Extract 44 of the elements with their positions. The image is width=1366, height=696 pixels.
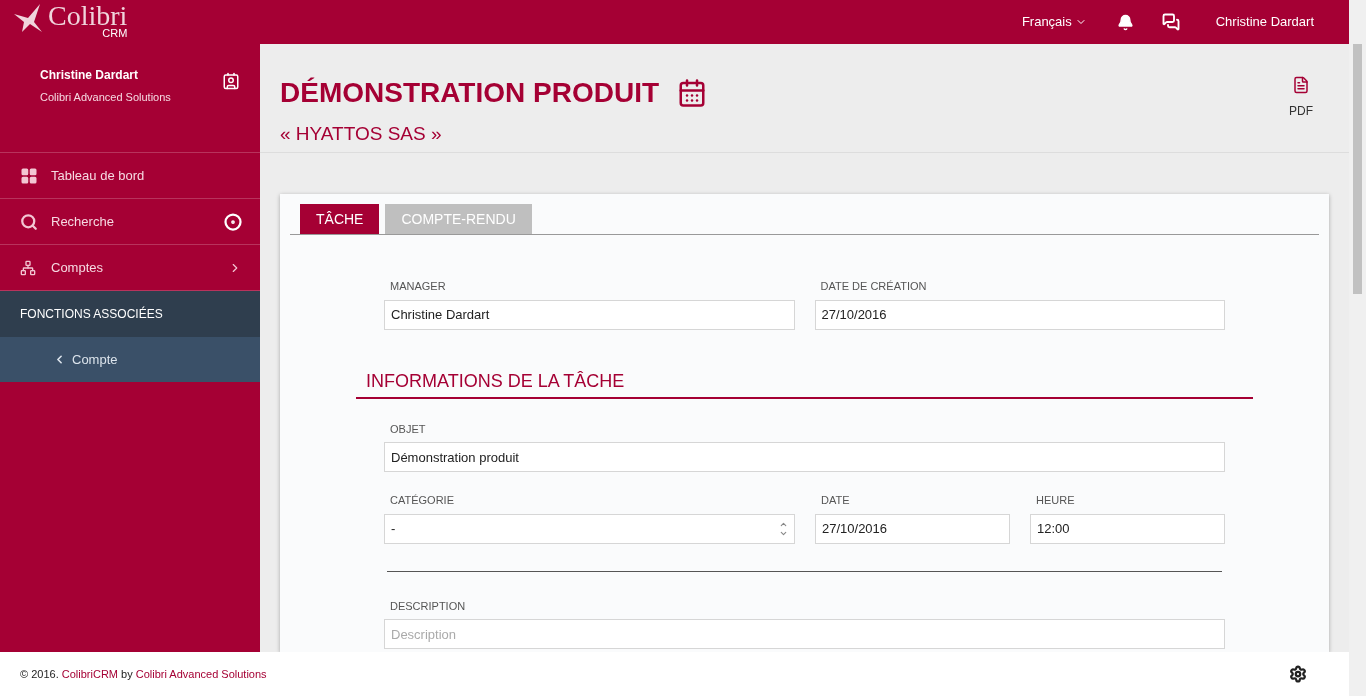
language-dropdown[interactable]: Français xyxy=(1021,12,1087,32)
notifications-button[interactable] xyxy=(1116,13,1134,31)
sidebar-subitem[interactable]: Compte xyxy=(0,337,260,382)
field-label: MANAGER xyxy=(389,279,447,294)
logo-text: Colibri xyxy=(48,2,128,30)
chat-icon xyxy=(1161,13,1180,31)
logo-subtext: CRM xyxy=(102,28,128,39)
search-icon xyxy=(20,212,38,231)
contact-card-icon[interactable] xyxy=(222,72,240,90)
input-field[interactable]: Christine Dardart xyxy=(384,299,795,330)
field-label: CATÉGORIE xyxy=(389,493,455,508)
target-icon xyxy=(224,212,242,231)
grid-icon xyxy=(20,166,38,185)
input-field[interactable]: 12:00 xyxy=(1030,513,1225,544)
field-label: OBJET xyxy=(389,421,427,437)
bell-icon xyxy=(1116,13,1134,31)
page-subtitle: « HYATTOS SAS » xyxy=(280,122,443,146)
sidebar-item[interactable]: Recherche xyxy=(0,199,260,245)
input-field[interactable]: 27/10/2016 xyxy=(814,299,1225,330)
company-link[interactable]: Colibri Advanced Solutions xyxy=(135,667,267,680)
pdf-icon xyxy=(1292,76,1310,94)
company-name: Colibri Advanced Solutions xyxy=(40,90,171,105)
input-field[interactable]: Démonstration produit xyxy=(384,442,1225,472)
section-title: INFORMATIONS DE LA TÂCHE xyxy=(366,370,625,391)
chat-button[interactable] xyxy=(1161,13,1180,31)
calendar-icon xyxy=(677,78,708,108)
sidebar-section-header: FONCTIONS ASSOCIÉES xyxy=(0,291,260,337)
input-field[interactable]: 27/10/2016 xyxy=(815,513,1010,544)
field-label: DATE xyxy=(820,493,851,508)
page-title: DÉMONSTRATION PRODUIT xyxy=(280,79,660,107)
field-label: DESCRIPTION xyxy=(389,598,467,614)
copyright-text: © 2016. ColibriCRM by Colibri Advanced Solutions xyxy=(20,666,267,682)
tab[interactable]: TÂCHE xyxy=(300,204,380,234)
product-link[interactable]: ColibriCRM xyxy=(61,667,118,680)
settings-icon[interactable] xyxy=(1289,665,1307,683)
user-menu[interactable]: Christine Dardart xyxy=(1215,12,1314,32)
sidebar-item[interactable]: Tableau de bord xyxy=(0,153,260,199)
pdf-button[interactable]: PDF xyxy=(1289,44,1313,120)
field-label: DATE DE CRÉATION xyxy=(819,279,928,294)
select-field[interactable]: - xyxy=(384,513,795,544)
user-name: Christine Dardart xyxy=(40,67,140,84)
field-label: HEURE xyxy=(1035,493,1076,508)
input-field[interactable]: Description xyxy=(384,619,1225,649)
network-icon xyxy=(20,259,36,276)
